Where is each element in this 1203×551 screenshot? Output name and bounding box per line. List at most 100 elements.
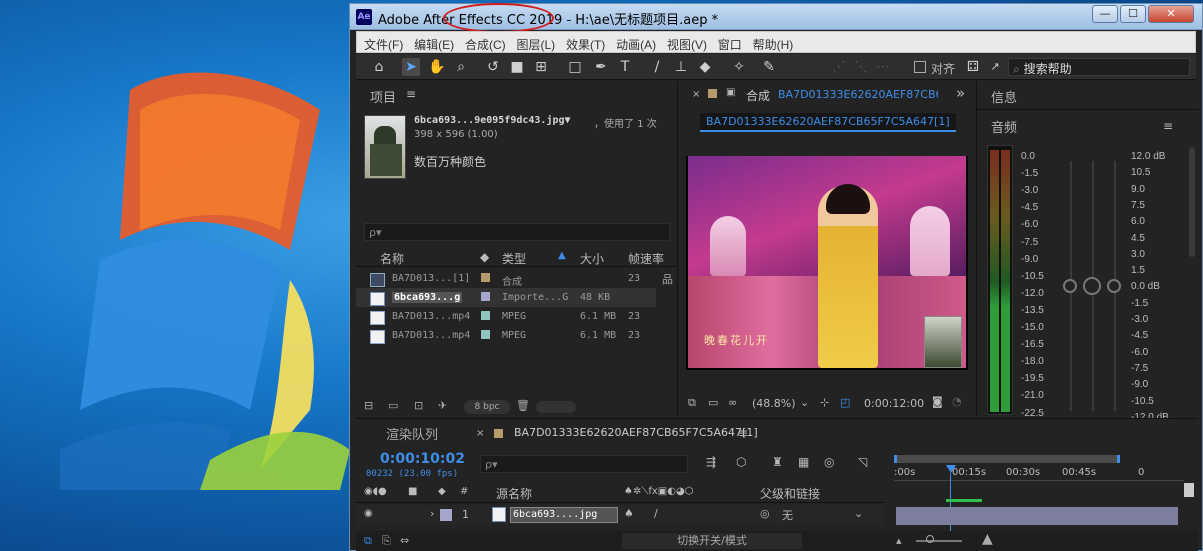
flowchart-icon[interactable]: 品 xyxy=(662,271,673,287)
snap-arrow-icon[interactable]: ↗ xyxy=(986,58,1004,76)
camera-tool-icon[interactable]: ■ xyxy=(508,58,526,76)
type-tool-icon[interactable]: T xyxy=(616,58,634,76)
search-help-field[interactable]: ⌕ 搜索帮助 xyxy=(1008,58,1190,76)
layer-duration-bar[interactable] xyxy=(896,507,1178,525)
eraser-tool-icon[interactable]: ◆ xyxy=(696,58,714,76)
audio-slider-knob-left[interactable] xyxy=(1063,279,1077,293)
column-name[interactable]: 名称 xyxy=(380,250,404,267)
column-fps[interactable]: 帧速率 xyxy=(628,250,664,267)
audio-slider-knob-mid[interactable] xyxy=(1083,277,1101,295)
clone-stamp-tool-icon[interactable]: ⊥ xyxy=(672,58,690,76)
new-composition-icon[interactable]: ⊡ xyxy=(414,399,423,412)
close-button[interactable]: ✕ xyxy=(1148,5,1194,23)
zoom-slider-knob[interactable] xyxy=(926,535,934,543)
project-item-row[interactable]: BA7D013...[1] 合成 23 xyxy=(356,269,656,288)
timeline-timecode[interactable]: 0:00:10:02 xyxy=(380,451,465,467)
selected-file-name[interactable]: 6bca693...9e095f9dc43.jpg▼ xyxy=(414,115,571,126)
graph-editor-icon[interactable]: ◹ xyxy=(858,455,867,469)
rotate-tool-icon[interactable]: ↺ xyxy=(484,58,502,76)
audio-slider-knob-right[interactable] xyxy=(1107,279,1121,293)
timeline-menu-icon[interactable]: ≡ xyxy=(738,426,748,440)
transfer-controls-icon[interactable]: ⎘ xyxy=(382,534,391,548)
layer-switch-shy-icon[interactable]: ♠ xyxy=(624,507,634,520)
label-color-swatch[interactable] xyxy=(481,311,490,320)
close-comp-tab-icon[interactable]: × xyxy=(692,89,700,100)
source-name-column[interactable]: 源名称 xyxy=(496,485,532,502)
current-timecode[interactable]: 0:00:12:00 xyxy=(864,397,924,410)
pen-tool-icon[interactable]: ✒ xyxy=(592,58,610,76)
audio-menu-icon[interactable]: ≡ xyxy=(1163,119,1173,133)
project-settings-icon[interactable]: ✈ xyxy=(438,399,447,412)
axis-view-icon[interactable]: ⋯ xyxy=(874,58,892,76)
brush-tool-icon[interactable]: / xyxy=(648,58,666,76)
zoom-slider[interactable] xyxy=(916,540,962,542)
timeline-scrollbar[interactable] xyxy=(1184,483,1194,497)
visibility-eye-icon[interactable]: ◉ xyxy=(364,508,373,519)
project-panel-title[interactable]: 项目 xyxy=(370,87,396,106)
expand-panels-icon[interactable]: » xyxy=(956,84,965,102)
interpret-footage-icon[interactable]: ⊟ xyxy=(364,399,373,412)
menu-window[interactable]: 窗口 xyxy=(711,32,742,53)
roto-brush-tool-icon[interactable]: ✧ xyxy=(730,58,748,76)
label-color-swatch[interactable] xyxy=(481,273,490,282)
zoom-in-icon[interactable]: ▲ xyxy=(982,531,993,547)
parent-select[interactable]: 无 xyxy=(782,507,862,523)
lock-column-icon[interactable]: ■ xyxy=(408,486,417,497)
project-item-row-selected[interactable]: 6bca693...g Importe...G 48 KB xyxy=(356,288,656,307)
work-area-bar[interactable] xyxy=(894,455,1120,463)
close-timeline-tab-icon[interactable]: × xyxy=(476,428,484,439)
project-item-row[interactable]: BA7D013...mp4 MPEG 6.1 MB 23 xyxy=(356,326,656,345)
snap-options-icon[interactable]: ⚃ xyxy=(964,58,982,76)
project-menu-icon[interactable]: ≡ xyxy=(406,87,416,101)
grid-icon[interactable]: ⊹ xyxy=(820,396,829,409)
menu-animation[interactable]: 动画(A) xyxy=(609,32,656,53)
snapshot-icon[interactable]: ◙ xyxy=(932,395,943,408)
axis-world-icon[interactable]: ⋱ xyxy=(852,58,870,76)
label-tag-icon[interactable]: ◆ xyxy=(480,250,489,264)
shy-layers-icon[interactable]: ♜ xyxy=(772,455,783,469)
maximize-button[interactable]: ☐ xyxy=(1120,5,1146,23)
monitor-icon[interactable]: ▭ xyxy=(708,396,718,409)
menu-layer[interactable]: 图层(L) xyxy=(509,32,555,53)
layer-name[interactable]: 6bca693....jpg xyxy=(510,507,618,523)
time-ruler[interactable]: :00s 00:15s 00:30s 00:45s 0 xyxy=(894,465,1184,481)
menu-composition[interactable]: 合成(C) xyxy=(458,32,506,53)
layer-row[interactable]: ◉ › 1 6bca693....jpg ♠ / ◎ 无 ⌄ xyxy=(356,505,884,525)
region-of-interest-icon[interactable]: ◰ xyxy=(840,396,850,409)
show-snapshot-icon[interactable]: ◔ xyxy=(952,395,962,408)
rectangle-tool-icon[interactable]: □ xyxy=(566,58,584,76)
chevron-down-icon[interactable]: ⌄ xyxy=(800,396,809,409)
selection-tool-icon[interactable]: ➤ xyxy=(402,58,420,76)
layer-quality-icon[interactable]: / xyxy=(654,507,658,520)
snap-checkbox[interactable] xyxy=(914,61,926,73)
parent-column[interactable]: 父级和链接 xyxy=(760,485,820,502)
motion-blur-icon[interactable]: ◎ xyxy=(824,455,834,469)
parent-chevron-down-icon[interactable]: ⌄ xyxy=(854,507,863,520)
parent-pickwhip-icon[interactable]: ◎ xyxy=(760,507,770,520)
audio-scrollbar[interactable] xyxy=(1189,147,1195,257)
menu-help[interactable]: 帮助(H) xyxy=(746,32,794,53)
column-size[interactable]: 大小 xyxy=(580,250,604,267)
frame-blending-icon[interactable]: ▦ xyxy=(798,455,809,469)
layer-switches-icon[interactable]: ⧉ xyxy=(364,534,372,548)
project-scrollbar[interactable] xyxy=(536,401,576,413)
hand-tool-icon[interactable]: ✋ xyxy=(428,58,446,76)
comp-tab-name[interactable]: BA7D01333E62620AEF87CB65F xyxy=(778,88,938,101)
title-bar[interactable]: Ae Adobe After Effects CC 2019 - H:\ae\无… xyxy=(350,3,1202,33)
render-queue-tab[interactable]: 渲染队列 xyxy=(386,424,438,443)
menu-file[interactable]: 文件(F) xyxy=(357,32,403,53)
expand-layer-chevron-icon[interactable]: › xyxy=(430,507,434,520)
timeline-search-input[interactable]: ρ▾ xyxy=(480,455,688,473)
label-color-swatch[interactable] xyxy=(481,330,490,339)
project-search-input[interactable]: ρ▾ xyxy=(364,223,670,241)
toggle-switches-modes-button[interactable]: 切换开关/模式 xyxy=(622,533,802,549)
menu-view[interactable]: 视图(V) xyxy=(660,32,707,53)
zoom-out-icon[interactable]: ▴ xyxy=(896,534,902,547)
project-item-row[interactable]: BA7D013...mp4 MPEG 6.1 MB 23 xyxy=(356,307,656,326)
draft-3d-icon[interactable]: ⬡ xyxy=(736,455,746,469)
always-preview-icon[interactable]: ⧉ xyxy=(688,396,696,410)
axis-local-icon[interactable]: ⋰ xyxy=(830,58,848,76)
new-folder-icon[interactable]: ▭ xyxy=(388,399,398,412)
menu-edit[interactable]: 编辑(E) xyxy=(407,32,454,53)
pan-behind-tool-icon[interactable]: ⊞ xyxy=(532,58,550,76)
